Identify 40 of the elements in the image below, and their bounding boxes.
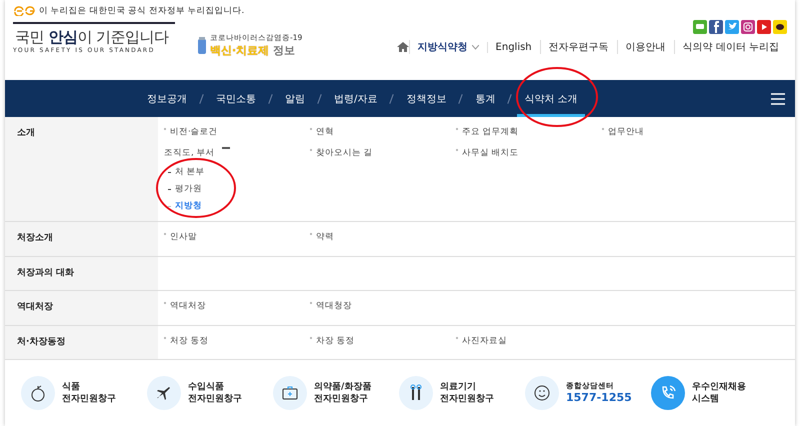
service-link[interactable]: 의료기기 전자민원창구 (399, 376, 525, 410)
menu-link[interactable]: 주요 업무계획 (462, 126, 519, 138)
header-link[interactable]: 식의약 데이터 누리집 (674, 40, 787, 54)
header-link[interactable]: English (486, 42, 540, 52)
service-link[interactable]: 수입식품 전자민원창구 (147, 376, 273, 410)
nav-tab[interactable]: 알림 (278, 80, 312, 117)
nav-tab[interactable]: 정보공개 (140, 80, 194, 117)
menu-heading[interactable]: 소개 (17, 126, 35, 139)
menu-link[interactable]: 역대청장 (316, 300, 352, 312)
menu-link[interactable]: 역대처장 (170, 300, 206, 312)
submenu-link[interactable]: 처 본부 (175, 166, 205, 178)
menu-heading[interactable]: 역대처장 (17, 300, 53, 313)
menu-heading[interactable]: 처장과의 대화 (17, 266, 74, 279)
submenu-link[interactable]: 평가원 (175, 183, 202, 195)
nav-tab[interactable]: 정책정보 (399, 80, 454, 117)
header-link[interactable]: 지방식약청 (408, 40, 487, 54)
service-link[interactable]: 식품 전자민원창구 (21, 376, 147, 410)
menu-link[interactable]: 조직도, 부서 (164, 147, 214, 159)
menu-link[interactable]: 사진자료실 (462, 335, 507, 347)
submenu-link[interactable]: 지방청 (175, 200, 202, 212)
menu-link[interactable]: 연혁 (316, 126, 334, 138)
header-link[interactable]: 이용안내 (616, 40, 674, 54)
logo-title[interactable]: 국민 안심이 기준입니다 (13, 22, 175, 47)
menu-link[interactable]: 처장 동정 (170, 335, 209, 347)
menu-link[interactable]: 비전·슬로건 (170, 126, 218, 138)
menu-heading[interactable]: 처장소개 (17, 231, 53, 244)
menu-link[interactable]: 업무안내 (608, 126, 644, 138)
menu-link[interactable]: 사무실 배치도 (462, 147, 519, 159)
menu-link[interactable]: 찾아오시는 길 (316, 147, 373, 159)
nav-tab[interactable]: 통계 (468, 80, 502, 117)
menu-link[interactable]: 인사말 (170, 231, 197, 243)
menu-link[interactable]: 차장 동정 (316, 335, 355, 347)
nav-tab[interactable]: 법령/자료 (327, 80, 384, 117)
header-link[interactable]: 전자우편구독 (540, 40, 617, 54)
menu-link[interactable]: 약력 (316, 231, 334, 243)
service-link[interactable]: 의약품/화장품 전자민원창구 (273, 376, 399, 410)
gov-notice: 이 누리집은 대한민국 공식 전자정부 누리집입니다. (39, 5, 244, 17)
service-link[interactable]: 우수인재채용 시스템 (651, 376, 777, 410)
nav-tab[interactable]: 국민소통 (209, 80, 263, 117)
menu-heading[interactable]: 처·차장동정 (17, 335, 66, 348)
